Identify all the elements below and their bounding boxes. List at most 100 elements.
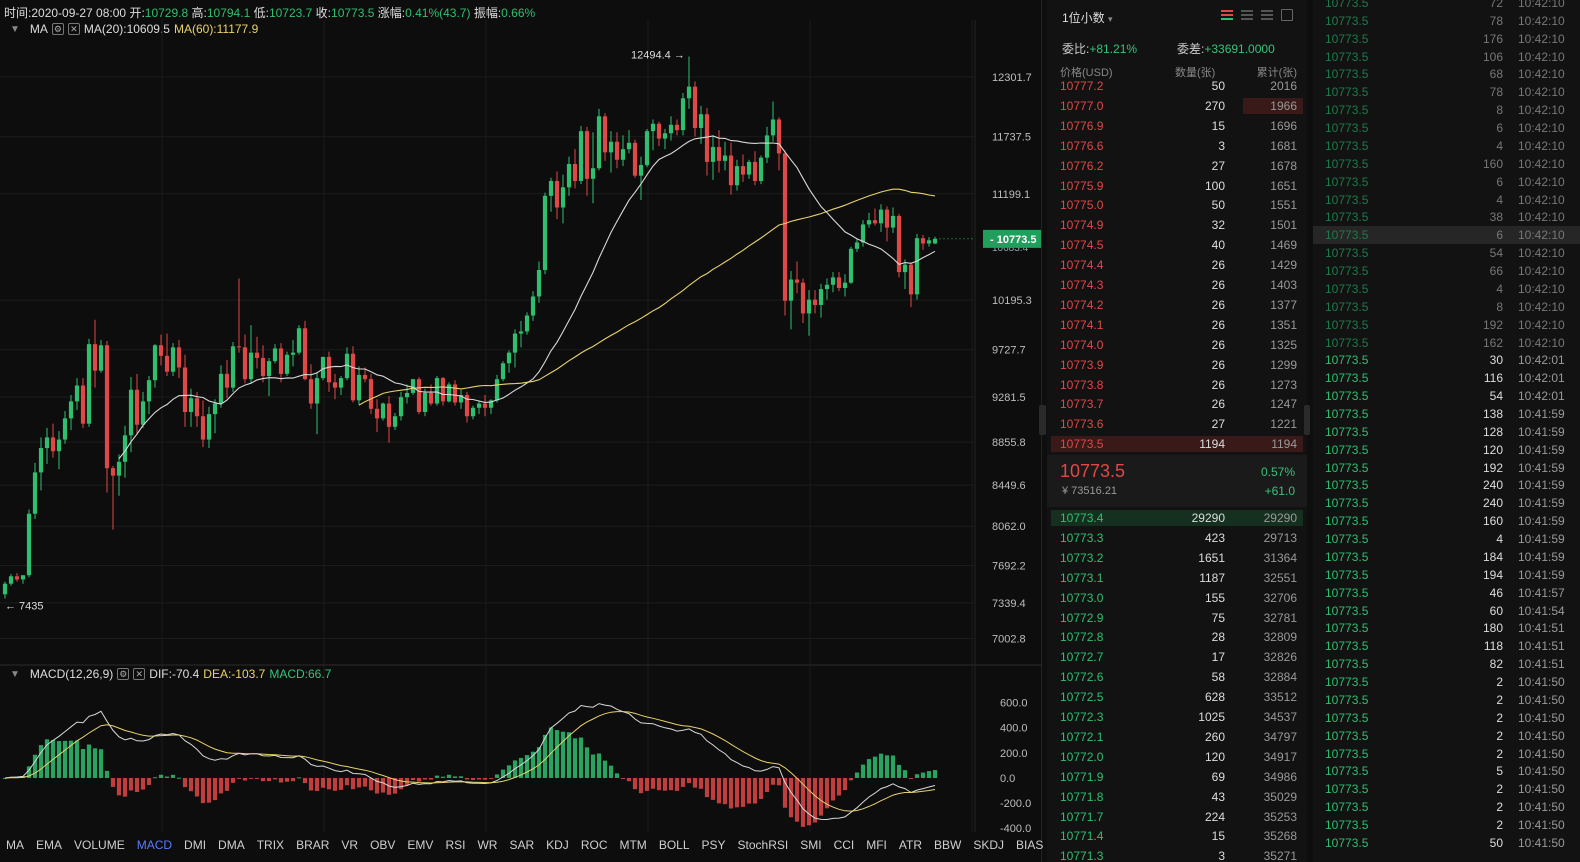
tab-mtm[interactable]: MTM (613, 836, 652, 854)
tab-boll[interactable]: BOLL (653, 836, 696, 854)
tab-bbw[interactable]: BBW (928, 836, 967, 854)
bid-row[interactable]: 10772.1 260 34797 (1047, 727, 1307, 747)
ask-row[interactable]: 10774.0 26 1325 (1047, 335, 1307, 355)
panel-resize-handle[interactable] (1304, 405, 1310, 435)
ask-row[interactable]: 10773.7 26 1247 (1047, 394, 1307, 414)
ask-row[interactable]: 10774.5 40 1469 (1047, 235, 1307, 255)
precision-dropdown[interactable]: 1位小数 ▾ (1062, 9, 1113, 26)
ask-row[interactable]: 10774.9 32 1501 (1047, 215, 1307, 235)
candlestick-plot[interactable]: 12301.7 11737.5 11199.1 10195.3 9727.7 9281.5… (0, 0, 1042, 862)
bid-row[interactable]: 10772.5 628 33512 (1047, 687, 1307, 707)
tab-trix[interactable]: TRIX (251, 836, 290, 854)
macd-histogram-bar (662, 777, 668, 791)
ask-row[interactable]: 10773.8 26 1273 (1047, 375, 1307, 395)
asks-only-view-icon[interactable] (1241, 9, 1253, 21)
collapse-chevron-icon[interactable]: ▼ (10, 669, 20, 680)
candle-body (302, 328, 308, 380)
macd-histogram-bar (158, 774, 164, 778)
ask-row[interactable]: 10773.5 1194 1194 (1047, 434, 1307, 454)
ask-row[interactable]: 10776.9 15 1696 (1047, 116, 1307, 136)
tab-ema[interactable]: EMA (30, 836, 68, 854)
tab-cci[interactable]: CCI (828, 836, 861, 854)
tab-brar[interactable]: BRAR (290, 836, 335, 854)
tab-roc[interactable]: ROC (575, 836, 614, 854)
bid-row[interactable]: 10773.3 423 29713 (1047, 528, 1307, 548)
tab-vr[interactable]: VR (335, 836, 364, 854)
quantity: 26 (1211, 278, 1225, 292)
ask-row[interactable]: 10777.2 50 2016 (1047, 76, 1307, 96)
close-icon[interactable]: ✕ (133, 668, 146, 680)
trade-qty: 68 (1489, 67, 1503, 82)
ask-row[interactable]: 10774.3 26 1403 (1047, 275, 1307, 295)
macd-histogram-bar (410, 777, 416, 781)
tab-psy[interactable]: PSY (696, 836, 732, 854)
bid-row[interactable]: 10771.4 15 35268 (1047, 826, 1307, 846)
both-sides-view-icon[interactable] (1221, 9, 1233, 21)
settings-icon[interactable]: ⚙ (117, 668, 130, 680)
bid-row[interactable]: 10772.0 120 34917 (1047, 747, 1307, 767)
trade-time: 10:42:10 (1518, 121, 1565, 136)
candle-body (152, 345, 158, 381)
bid-row[interactable]: 10773.4 29290 29290 (1047, 508, 1307, 528)
bid-row[interactable]: 10772.3 1025 34537 (1047, 707, 1307, 727)
ask-row[interactable]: 10776.6 3 1681 (1047, 136, 1307, 156)
tab-smi[interactable]: SMI (794, 836, 827, 854)
trade-time: 10:41:59 (1518, 424, 1565, 439)
candle-body (776, 119, 782, 154)
bid-row[interactable]: 10771.9 69 34986 (1047, 767, 1307, 787)
tab-emv[interactable]: EMV (401, 836, 439, 854)
tab-dmi[interactable]: DMI (178, 836, 212, 854)
bid-row[interactable]: 10771.8 43 35029 (1047, 787, 1307, 807)
macd-histogram-bar (806, 777, 812, 826)
trade-time: 10:42:10 (1518, 228, 1565, 243)
tab-bias[interactable]: BIAS (1010, 836, 1049, 854)
bid-row[interactable]: 10771.3 3 35271 (1047, 846, 1307, 862)
trade-price: 10773.5 (1325, 603, 1369, 618)
popout-icon[interactable] (1281, 9, 1293, 21)
bid-row[interactable]: 10772.9 75 32781 (1047, 608, 1307, 628)
candle-body (710, 147, 716, 162)
ask-row[interactable]: 10775.9 100 1651 (1047, 176, 1307, 196)
bid-row[interactable]: 10771.7 224 35253 (1047, 807, 1307, 827)
kline-chart-panel[interactable]: 时间:2020-09-27 08:00 开:10729.8 高:10794.1 … (0, 0, 1046, 862)
bid-row[interactable]: 10773.1 1187 32551 (1047, 568, 1307, 588)
ask-row[interactable]: 10774.1 26 1351 (1047, 315, 1307, 335)
tab-skdj[interactable]: SKDJ (967, 836, 1010, 854)
tab-ma[interactable]: MA (0, 836, 30, 854)
ask-row[interactable]: 10773.9 26 1299 (1047, 355, 1307, 375)
candle-body (734, 166, 740, 186)
tab-wr[interactable]: WR (471, 836, 503, 854)
tab-kdj[interactable]: KDJ (540, 836, 575, 854)
tab-macd[interactable]: MACD (131, 836, 178, 854)
macd-histogram-bar (734, 777, 740, 808)
ask-row[interactable]: 10776.2 27 1678 (1047, 156, 1307, 176)
ask-row[interactable]: 10774.4 26 1429 (1047, 255, 1307, 275)
bid-row[interactable]: 10772.8 28 32809 (1047, 627, 1307, 647)
tab-rsi[interactable]: RSI (439, 836, 471, 854)
bid-row[interactable]: 10772.7 17 32826 (1047, 647, 1307, 667)
trade-qty: 192 (1482, 460, 1503, 475)
tab-volume[interactable]: VOLUME (68, 836, 131, 854)
ask-row[interactable]: 10775.0 50 1551 (1047, 195, 1307, 215)
ask-row[interactable]: 10773.6 27 1221 (1047, 414, 1307, 434)
ask-row[interactable]: 10774.2 26 1377 (1047, 295, 1307, 315)
macd-histogram-bar (860, 764, 866, 778)
quantity: 26 (1211, 317, 1225, 332)
bid-row[interactable]: 10773.0 155 32706 (1047, 588, 1307, 608)
quantity: 26 (1211, 397, 1225, 412)
tab-atr[interactable]: ATR (893, 836, 928, 854)
bid-row[interactable]: 10772.6 58 32884 (1047, 667, 1307, 687)
candle-body (788, 279, 794, 301)
tab-obv[interactable]: OBV (364, 836, 401, 854)
bids-only-view-icon[interactable] (1261, 9, 1273, 21)
candle-body (356, 374, 362, 401)
tab-dma[interactable]: DMA (212, 836, 251, 854)
tab-sar[interactable]: SAR (503, 836, 540, 854)
ask-row[interactable]: 10777.0 270 1966 (1047, 96, 1307, 116)
tab-stochrsi[interactable]: StochRSI (732, 836, 795, 854)
candle-body (860, 224, 866, 243)
panel-resize-handle[interactable] (1039, 405, 1046, 435)
dif-value: DIF:-70.4 (149, 667, 200, 681)
bid-row[interactable]: 10773.2 1651 31364 (1047, 548, 1307, 568)
tab-mfi[interactable]: MFI (860, 836, 893, 854)
